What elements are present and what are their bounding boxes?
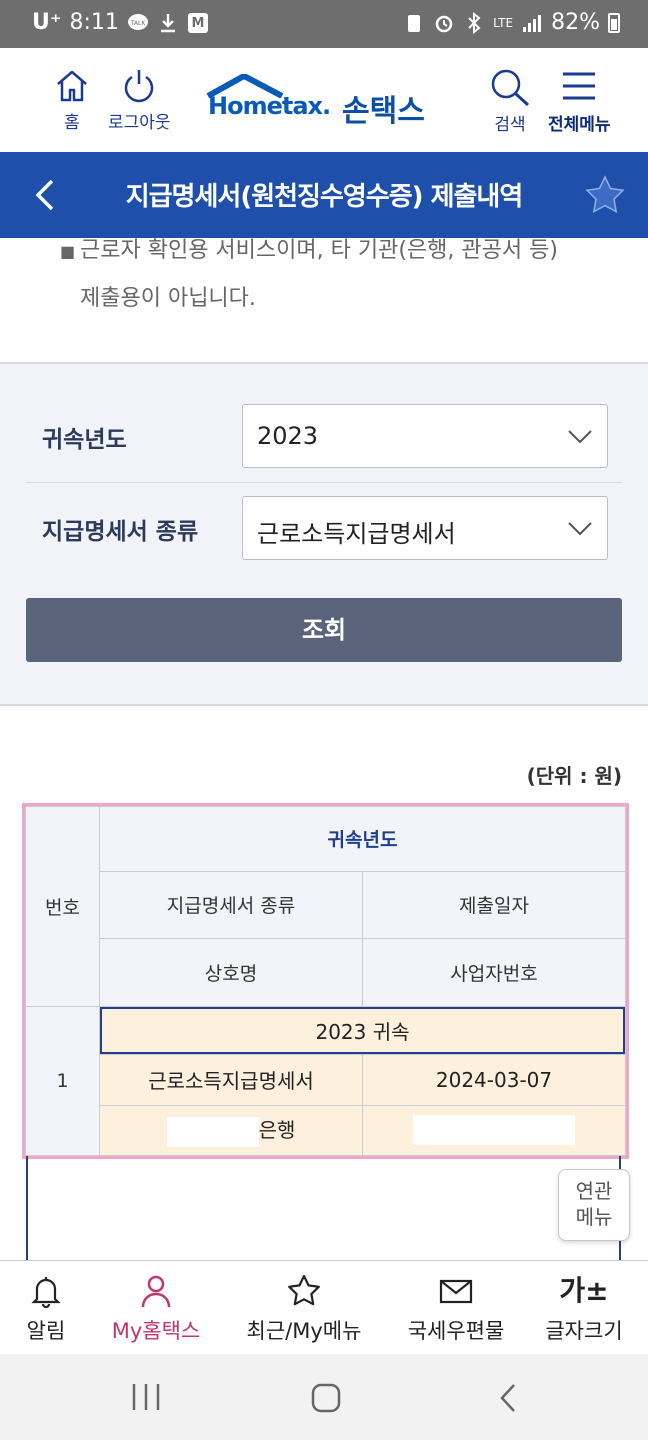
nav-recent-my-menu-label: 최근/My메뉴 <box>246 1319 362 1343</box>
type-select-value: 근로소득지급명세서 <box>257 520 456 548</box>
table-row[interactable]: 1 2023 귀속 <box>25 1005 626 1157</box>
search-button[interactable]: 조회 <box>26 598 622 662</box>
table-row: 근로소득지급명세서 2024-03-07 <box>26 1054 626 1106</box>
nav-my-hometax[interactable]: My홈택스 <box>86 1273 226 1345</box>
type-label: 지급명세서 종류 <box>42 519 199 545</box>
svg-text:M: M <box>191 16 204 31</box>
search-button-header[interactable]: 검색 <box>488 68 532 135</box>
row-business-no <box>362 1104 626 1157</box>
nav-font-size-label: 글자크기 <box>545 1319 623 1343</box>
svg-text:TALK: TALK <box>130 20 147 27</box>
page-title: 지급명세서(원천징수영수증) 제출내역 <box>125 182 524 212</box>
year-select[interactable]: 2023 <box>242 404 608 468</box>
logout-button[interactable]: 로그아웃 <box>108 68 171 133</box>
logout-label: 로그아웃 <box>108 113 171 133</box>
hometax-logo[interactable]: Hometax. 손택스 <box>202 72 452 129</box>
row-date: 2024-03-07 <box>362 1054 626 1106</box>
mail-icon <box>439 1279 473 1304</box>
person-icon <box>141 1275 171 1308</box>
chevron-down-icon <box>568 522 592 536</box>
results-table-wrapper: 번호 귀속년도 지급명세서 종류 제출일자 상호명 사업자번호 1 2023 귀… <box>22 803 629 1159</box>
clock: 8:11 <box>69 10 119 35</box>
notice-line-2: 제출용이 아닙니다. <box>80 286 256 311</box>
bottom-navigation: 알림 My홈택스 최근/My메뉴 국세우편물 가± 글자크기 <box>0 1260 648 1354</box>
star-icon <box>288 1274 320 1306</box>
logo-text-en: Hometax. <box>208 92 331 120</box>
status-bar: U⁺ 8:11 TALK M LTE 82% <box>0 0 648 48</box>
nav-alerts-label: 알림 <box>26 1319 66 1343</box>
favorite-star-icon[interactable] <box>584 174 626 216</box>
row-company-suffix: 은행 <box>258 1118 296 1143</box>
nav-tax-mail[interactable]: 국세우편물 <box>386 1273 526 1345</box>
notice-line-1: 근로자 확인용 서비스이며, 타 기관(은행, 관공서 등) <box>80 238 558 263</box>
home-nav-icon[interactable] <box>310 1382 342 1414</box>
table-row: 은행 <box>26 1104 626 1157</box>
carrier-label: U⁺ <box>32 10 62 35</box>
header-company: 상호명 <box>99 938 363 1007</box>
header-business-no: 사업자번호 <box>362 938 626 1007</box>
back-nav-icon[interactable] <box>496 1382 520 1414</box>
full-menu-button[interactable]: 전체메뉴 <box>548 68 611 135</box>
type-select[interactable]: 근로소득지급명세서 <box>242 496 608 560</box>
redacted-block <box>166 1116 259 1147</box>
mstock-icon: M <box>187 12 208 33</box>
nav-tax-mail-label: 국세우편물 <box>407 1319 505 1343</box>
related-menu-line-2: 메뉴 <box>575 1205 613 1229</box>
redacted-block <box>413 1115 575 1146</box>
related-menu-line-1: 연관 <box>575 1179 613 1203</box>
nav-font-size[interactable]: 가± 글자크기 <box>514 1273 648 1345</box>
signal-icon <box>523 14 542 32</box>
year-select-value: 2023 <box>257 422 319 450</box>
talk-icon: TALK <box>127 13 148 30</box>
header-type: 지급명세서 종류 <box>99 870 363 940</box>
nav-recent-my-menu[interactable]: 최근/My메뉴 <box>234 1273 374 1345</box>
unit-label: (단위 : 원) <box>526 764 622 788</box>
results-table: 번호 귀속년도 지급명세서 종류 제출일자 상호명 사업자번호 1 2023 귀… <box>25 806 626 1157</box>
filter-divider <box>26 482 622 483</box>
search-label: 검색 <box>494 115 526 135</box>
row-year[interactable]: 2023 귀속 <box>99 1005 626 1056</box>
year-label: 귀속년도 <box>42 427 127 453</box>
nav-my-hometax-label: My홈택스 <box>111 1319 201 1343</box>
full-menu-label: 전체메뉴 <box>548 115 611 135</box>
chevron-down-icon <box>568 430 592 444</box>
row-no: 1 <box>25 1005 100 1157</box>
font-size-icon: 가± <box>559 1274 609 1307</box>
row-type: 근로소득지급명세서 <box>99 1054 363 1106</box>
row-company: 은행 <box>99 1104 363 1157</box>
home-label: 홈 <box>64 113 80 133</box>
recent-apps-icon[interactable] <box>130 1382 162 1412</box>
bell-icon <box>31 1277 61 1309</box>
download-icon <box>160 13 175 32</box>
table-border-continuation <box>26 1156 28 1260</box>
power-icon <box>125 70 154 103</box>
home-button[interactable]: 홈 <box>52 68 92 133</box>
related-menu-button[interactable]: 연관 메뉴 <box>558 1169 630 1241</box>
system-navigation-bar <box>0 1354 648 1440</box>
bluetooth-icon <box>468 11 481 34</box>
alarm-icon <box>435 15 453 32</box>
battery-percent: 82% <box>551 10 600 35</box>
header-date: 제출일자 <box>362 870 626 940</box>
page-title-bar: 지급명세서(원천징수영수증) 제출내역 <box>0 152 648 238</box>
battery-saver-icon <box>408 14 421 32</box>
logo-text-kr: 손택스 <box>342 94 425 129</box>
hamburger-icon <box>563 72 596 100</box>
header-no: 번호 <box>25 806 100 1007</box>
home-icon <box>57 70 87 102</box>
app-header: 홈 로그아웃 Hometax. 손택스 검색 전체메뉴 <box>0 48 648 152</box>
notice-box: ■ 근로자 확인용 서비스이며, 타 기관(은행, 관공서 등) 제출용이 아닙… <box>0 238 648 362</box>
notice-bullet: ■ <box>60 242 76 261</box>
battery-icon <box>608 12 620 33</box>
search-filter-panel: 귀속년도 2023 지급명세서 종류 근로소득지급명세서 조회 <box>0 362 648 706</box>
network-label: LTE <box>493 15 514 30</box>
search-icon <box>491 69 530 106</box>
header-year: 귀속년도 <box>99 806 626 872</box>
